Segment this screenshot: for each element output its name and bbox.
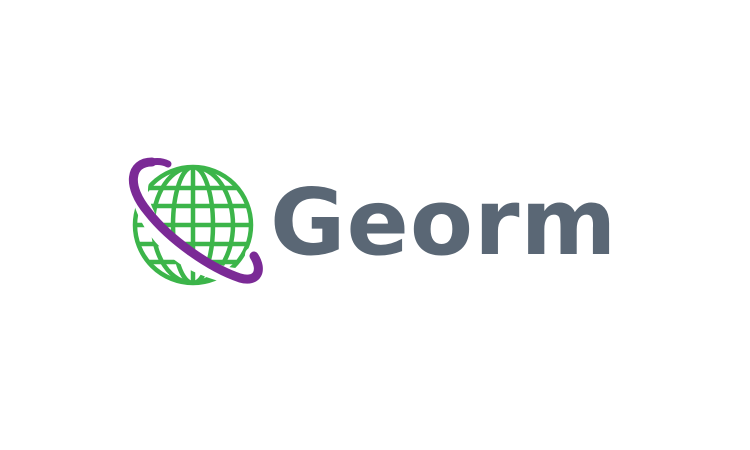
orbit-ring-tip	[148, 158, 172, 168]
globe-with-orbit-ring-icon	[128, 157, 263, 286]
logo-canvas: Georm	[0, 0, 750, 450]
brand-name: Georm	[270, 169, 618, 276]
